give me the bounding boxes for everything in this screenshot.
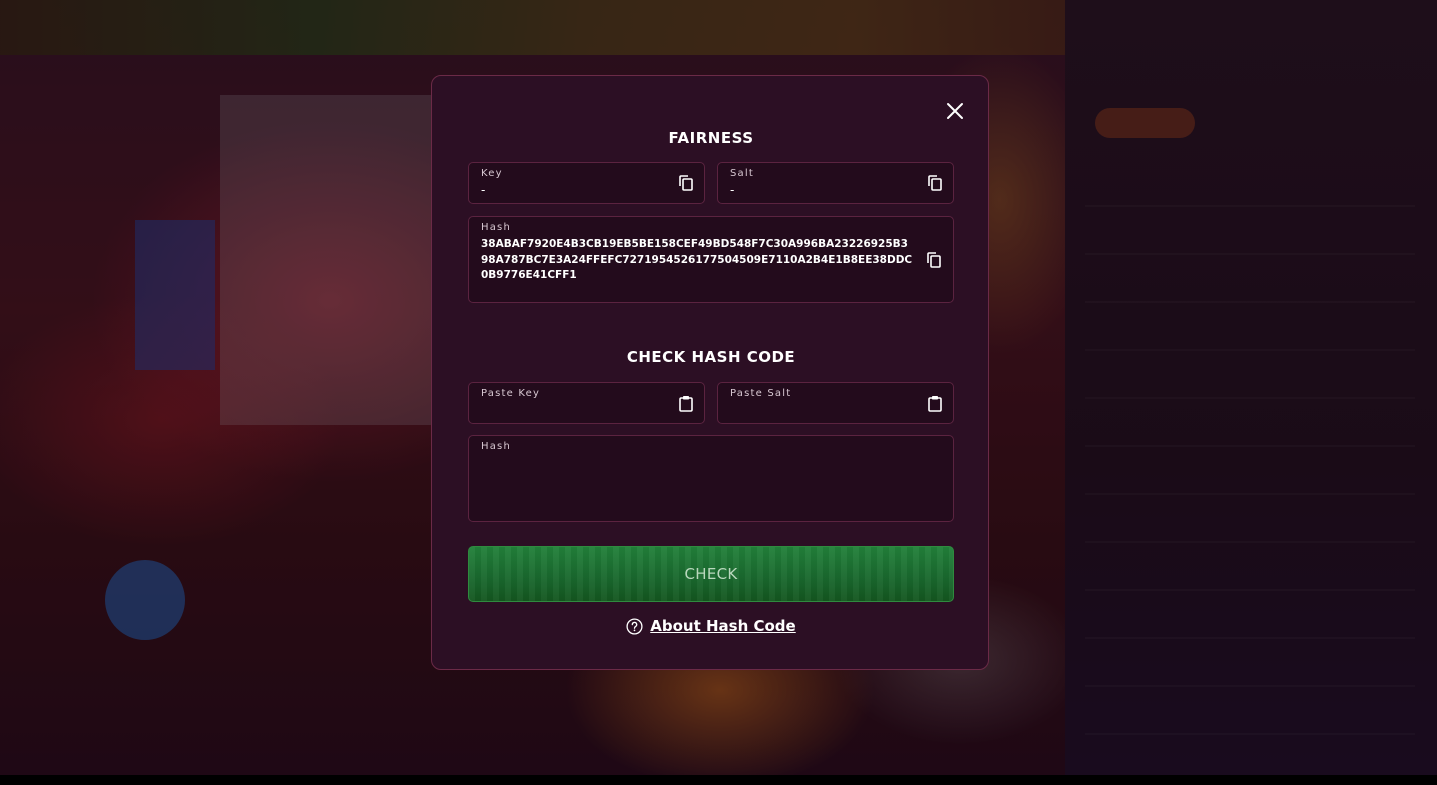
fairness-title: FAIRNESS [668, 129, 754, 147]
bottom-bar [0, 775, 1437, 785]
paste-salt-button[interactable] [926, 394, 944, 412]
copy-salt-button[interactable] [926, 174, 944, 192]
paste-key-input[interactable] [481, 401, 661, 419]
about-hash-code-label: About Hash Code [650, 617, 796, 635]
copy-hash-button[interactable] [925, 251, 943, 269]
hash-field: Hash 38ABAF7920E4B3CB19EB5BE158CEF49BD54… [468, 216, 954, 303]
close-button[interactable] [942, 98, 968, 124]
salt-value: - [730, 183, 735, 197]
help-circle-icon [626, 617, 643, 635]
fairness-modal: FAIRNESS Key - Salt - Hash 38ABAF7920E4B… [431, 75, 989, 670]
check-hash-label: Hash [481, 441, 511, 452]
check-hash-input[interactable] [481, 462, 941, 514]
paste-salt-field: Paste Salt [717, 382, 954, 424]
salt-label: Salt [730, 168, 754, 179]
key-field: Key - [468, 162, 705, 204]
paste-key-button[interactable] [677, 394, 695, 412]
paste-icon [928, 395, 942, 412]
copy-icon [928, 175, 942, 191]
salt-field: Salt - [717, 162, 954, 204]
paste-salt-label: Paste Salt [730, 388, 792, 399]
check-hash-field: Hash [468, 435, 954, 522]
check-button-label: CHECK [684, 565, 738, 583]
hash-label: Hash [481, 222, 511, 233]
copy-key-button[interactable] [677, 174, 695, 192]
key-value: - [481, 183, 486, 197]
paste-key-label: Paste Key [481, 388, 541, 399]
paste-icon [679, 395, 693, 412]
hash-value: 38ABAF7920E4B3CB19EB5BE158CEF49BD548F7C3… [481, 238, 913, 281]
about-hash-code-link[interactable]: About Hash Code [432, 617, 990, 635]
key-label: Key [481, 168, 503, 179]
copy-icon [927, 252, 941, 268]
close-icon [947, 103, 963, 119]
copy-icon [679, 175, 693, 191]
check-button[interactable]: CHECK [468, 546, 954, 602]
check-hash-title: CHECK HASH CODE [626, 348, 796, 366]
paste-key-field: Paste Key [468, 382, 705, 424]
paste-salt-input[interactable] [730, 401, 910, 419]
